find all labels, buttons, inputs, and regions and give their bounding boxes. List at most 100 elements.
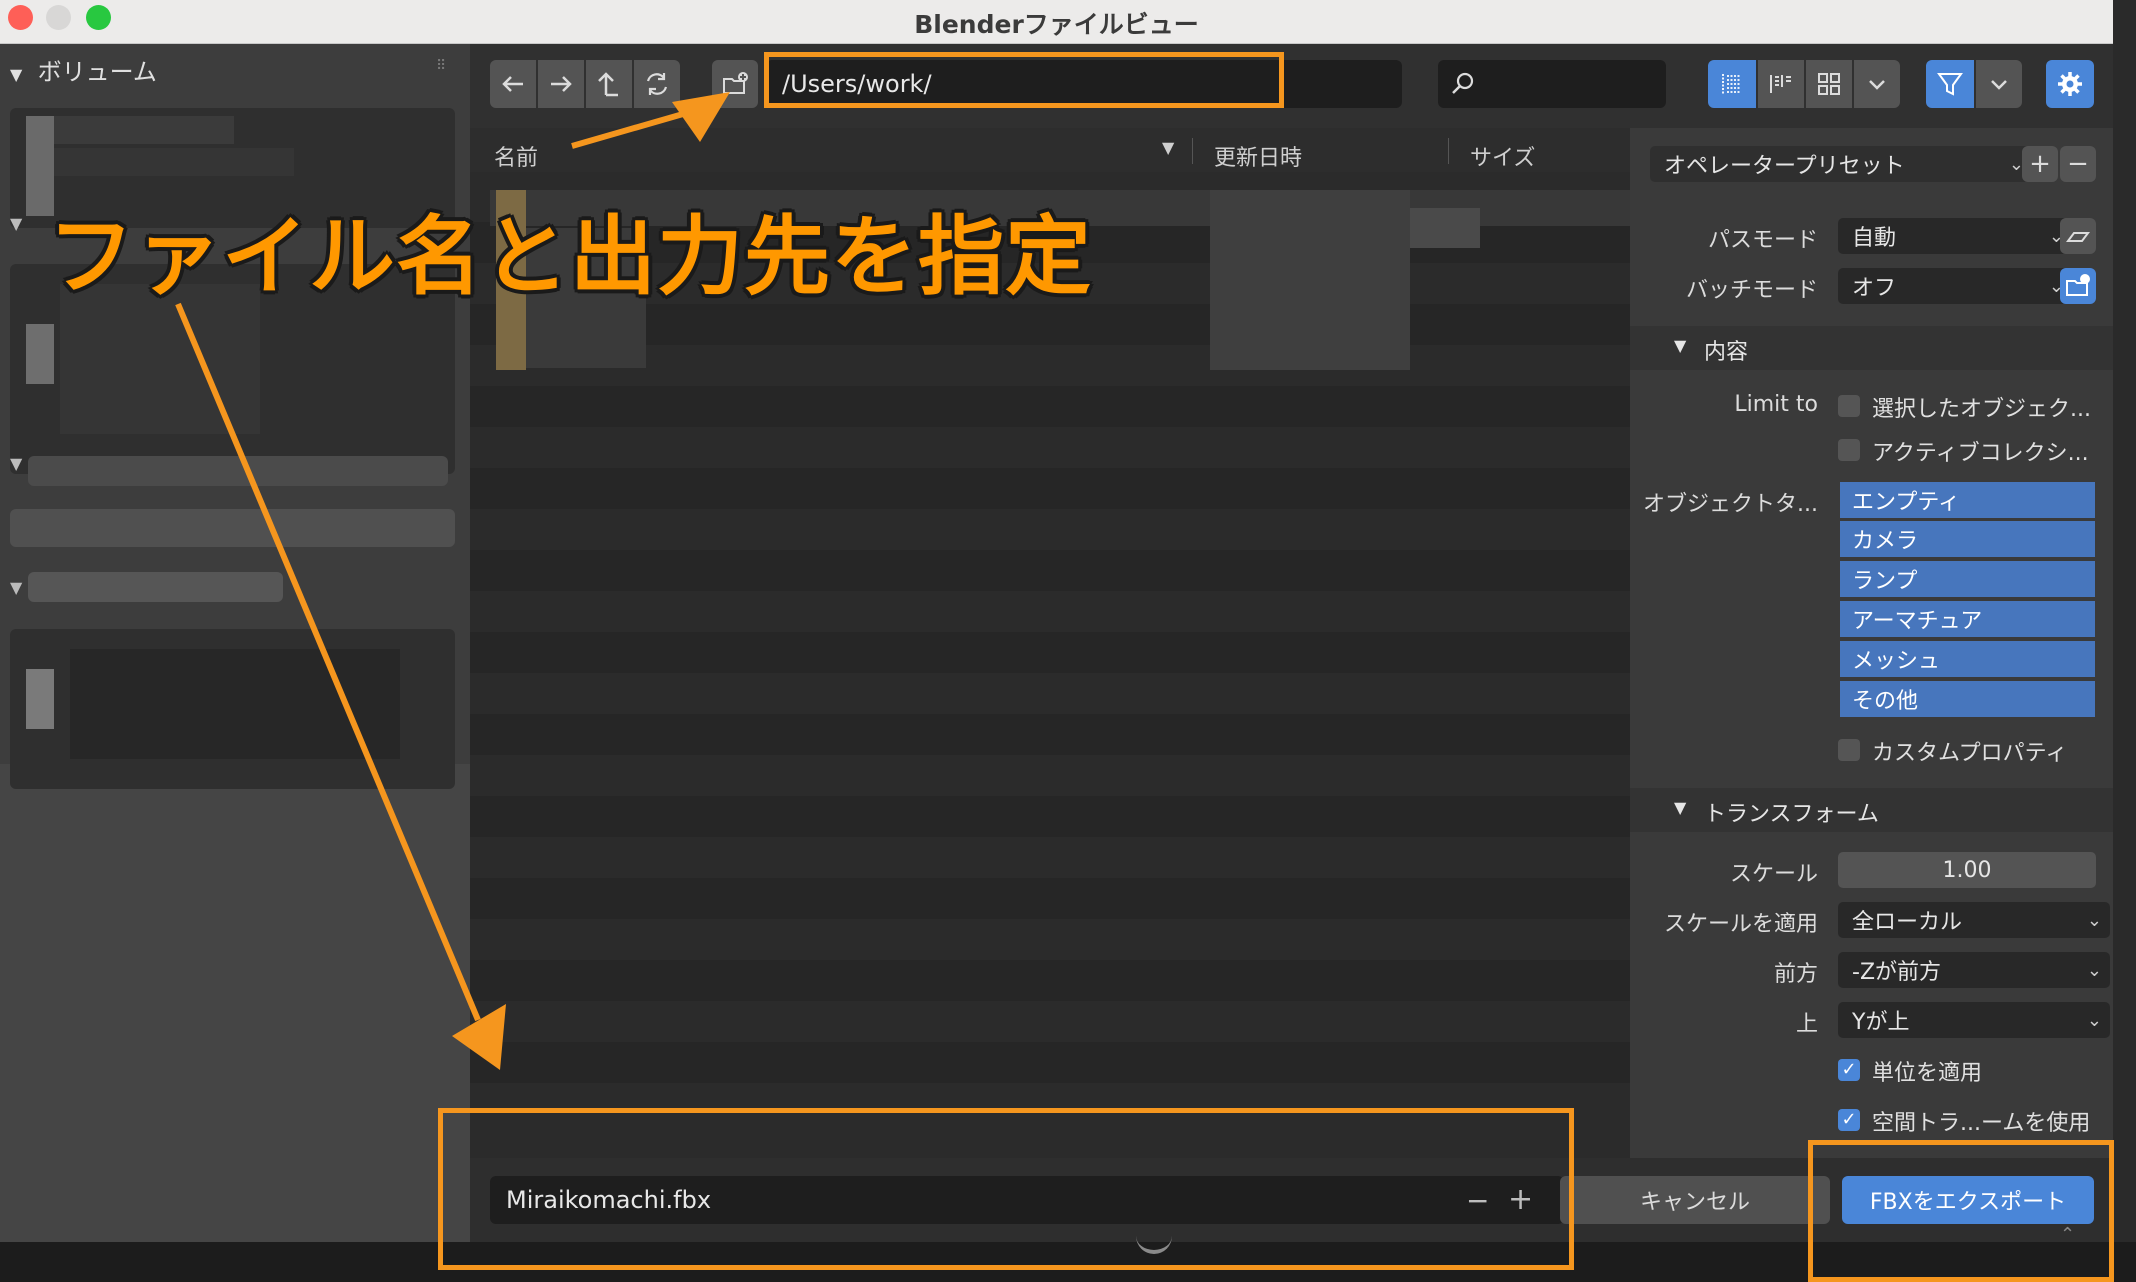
scale-label: スケール [1729, 862, 1818, 887]
path-mode-label: パスモード [1707, 228, 1818, 253]
transform-section-label: トランスフォーム [1704, 802, 1879, 827]
active-collection-label: アクティブコレクシ... [1872, 441, 2089, 466]
recent-list-redacted [10, 629, 455, 789]
row-stripe [470, 878, 1630, 919]
row-stripe [470, 468, 1630, 509]
include-section-header[interactable]: ▼ 内容 [1630, 326, 2113, 370]
apply-scaling-value: 全ローカル [1852, 910, 1963, 935]
column-header-row [470, 128, 1630, 172]
bookmark-item-redacted [10, 509, 455, 547]
section-header-redacted [28, 456, 448, 486]
forward-axis-dropdown[interactable]: -Zが前方 ⌄ [1838, 952, 2110, 988]
sidebar-empty-area [0, 764, 470, 1244]
row-stripe [470, 796, 1630, 837]
selected-objects-checkbox[interactable] [1838, 395, 1860, 417]
horizontal-list-icon[interactable] [1758, 60, 1804, 108]
new-folder-icon[interactable] [712, 60, 758, 108]
filename-highlight-box [438, 1108, 1574, 1270]
row-stripe [470, 386, 1630, 427]
cancel-button[interactable]: キャンセル [1560, 1176, 1830, 1224]
annotation-callout: ファイル名と出力先を指定 [48, 207, 1092, 307]
search-icon [1452, 72, 1474, 94]
embed-textures-icon[interactable] [2060, 218, 2096, 254]
volumes-header-label: ボリューム [37, 58, 157, 86]
collapse-triangle-icon[interactable]: ▼ [10, 454, 22, 473]
chevron-down-icon: ⌄ [2086, 909, 2102, 931]
object-type-lamp[interactable]: ランプ [1840, 561, 2095, 597]
path-highlight-box [764, 52, 1284, 108]
custom-properties-checkbox[interactable] [1838, 739, 1860, 761]
apply-scaling-label: スケールを適用 [1663, 912, 1818, 937]
transform-section-header[interactable]: ▼ トランスフォーム [1630, 788, 2113, 832]
selected-objects-label: 選択したオブジェク... [1872, 397, 2091, 422]
remove-preset-button[interactable]: − [2060, 146, 2096, 182]
export-highlight-box [1808, 1140, 2114, 1282]
object-type-empty[interactable]: エンプティ [1840, 482, 2095, 518]
row-stripe [470, 1042, 1630, 1083]
new-folder-icon[interactable] [2060, 268, 2096, 304]
collapse-triangle-icon[interactable]: ▼ [10, 214, 22, 233]
window-title: Blenderファイルビュー [914, 10, 1199, 39]
back-arrow-icon[interactable] [490, 60, 536, 108]
active-collection-checkbox[interactable] [1838, 439, 1860, 461]
row-stripe [470, 632, 1630, 673]
chevron-down-icon: ⌄ [2086, 959, 2102, 981]
refresh-icon[interactable] [634, 60, 680, 108]
section-header-redacted [28, 572, 283, 602]
object-type-camera[interactable]: カメラ [1840, 521, 2095, 557]
object-type-other[interactable]: その他 [1840, 681, 2095, 717]
background-window [2113, 0, 2136, 1282]
row-stripe [470, 550, 1630, 591]
filter-icon[interactable] [1926, 60, 1974, 108]
add-preset-button[interactable]: + [2022, 146, 2058, 182]
search-input[interactable] [1438, 60, 1666, 108]
apply-unit-checkbox[interactable]: ✓ [1838, 1059, 1860, 1081]
operator-preset-dropdown[interactable]: オペレータープリセット ⌄ [1650, 146, 2032, 182]
path-mode-dropdown[interactable]: 自動 ⌄ [1838, 218, 2072, 254]
vertical-list-icon[interactable] [1708, 60, 1756, 108]
forward-axis-value: -Zが前方 [1852, 960, 1942, 985]
collapse-triangle-icon: ▼ [1674, 798, 1687, 817]
use-space-transform-checkbox[interactable]: ✓ [1838, 1109, 1860, 1131]
row-stripe [470, 960, 1630, 1001]
parent-directory-icon[interactable] [586, 60, 632, 108]
collapse-triangle-icon: ▼ [1674, 336, 1687, 355]
title-bar: Blenderファイルビュー [0, 0, 2113, 44]
sort-descending-icon[interactable]: ▼ [1162, 138, 1174, 157]
up-axis-value: Yが上 [1852, 1010, 1910, 1035]
column-header-name[interactable]: 名前 [494, 140, 538, 172]
forward-arrow-icon[interactable] [538, 60, 584, 108]
collapse-triangle-icon: ▼ [10, 65, 23, 84]
object-type-mesh[interactable]: メッシュ [1840, 641, 2095, 677]
up-axis-label: 上 [1795, 1012, 1818, 1037]
file-browser-toolbar: /Users/work/ [470, 44, 2113, 128]
drag-handle-icon[interactable]: ⠿ [436, 58, 446, 74]
thumbnail-icon[interactable] [1806, 60, 1852, 108]
apply-scaling-dropdown[interactable]: 全ローカル ⌄ [1838, 902, 2110, 938]
include-section-label: 内容 [1704, 340, 1749, 365]
batch-mode-dropdown[interactable]: オフ ⌄ [1838, 268, 2072, 304]
collapse-triangle-icon[interactable]: ▼ [10, 578, 22, 597]
object-types-label: オブジェクトタ... [1643, 492, 1818, 517]
row-stripe [470, 714, 1630, 755]
column-divider [1448, 138, 1449, 164]
up-axis-dropdown[interactable]: Yが上 ⌄ [1838, 1002, 2110, 1038]
use-space-transform-label: 空間トラ...ームを使用 [1872, 1111, 2091, 1136]
chevron-down-icon: ⌄ [2086, 1009, 2102, 1031]
file-date-redacted [1410, 208, 1480, 248]
batch-mode-label: バッチモード [1685, 278, 1818, 303]
chevron-down-icon[interactable] [1976, 60, 2022, 108]
custom-properties-label: カスタムプロパティ [1872, 741, 2068, 766]
volumes-header[interactable]: ▼ ボリューム [10, 52, 157, 87]
batch-mode-value: オフ [1852, 276, 1897, 301]
scale-field[interactable]: 1.00 [1838, 852, 2096, 888]
column-divider [1192, 138, 1193, 164]
gear-icon[interactable] [2046, 60, 2094, 108]
path-mode-value: 自動 [1852, 226, 1897, 251]
operator-preset-label: オペレータープリセット [1664, 154, 1905, 179]
apply-unit-label: 単位を適用 [1872, 1061, 1983, 1086]
chevron-down-icon[interactable] [1854, 60, 1900, 108]
column-header-date[interactable]: 更新日時 [1214, 140, 1302, 172]
object-type-armature[interactable]: アーマチュア [1840, 601, 2095, 637]
column-header-size[interactable]: サイズ [1470, 140, 1535, 172]
